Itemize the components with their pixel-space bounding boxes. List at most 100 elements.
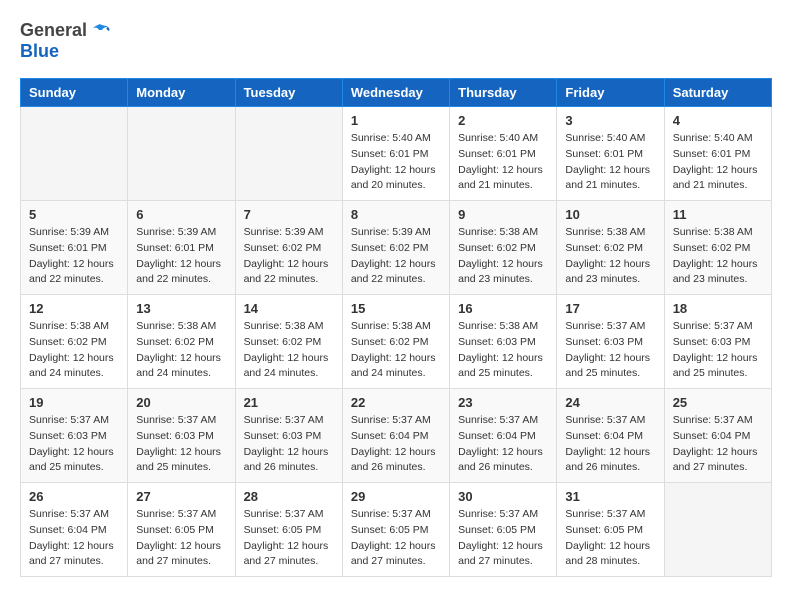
day-number: 25 <box>673 395 763 410</box>
day-number: 20 <box>136 395 226 410</box>
day-number: 13 <box>136 301 226 316</box>
calendar-empty-cell <box>21 107 128 201</box>
calendar-week-row: 26 Sunrise: 5:37 AM Sunset: 6:04 PM Dayli… <box>21 483 772 577</box>
calendar-week-row: 5Sunrise: 5:39 AM Sunset: 6:01 PM Daylig… <box>21 201 772 295</box>
day-info: Sunrise: 5:37 AM Sunset: 6:04 PM Dayligh… <box>29 507 119 570</box>
calendar-day-cell: 7 Sunrise: 5:39 AM Sunset: 6:02 PM Daylig… <box>235 201 342 295</box>
day-info: Sunrise: 5:39 AM Sunset: 6:01 PM Dayligh… <box>136 225 226 288</box>
calendar-day-cell: 25 Sunrise: 5:37 AM Sunset: 6:04 PM Dayli… <box>664 389 771 483</box>
day-number: 7 <box>244 207 334 222</box>
weekday-header-wednesday: Wednesday <box>342 79 449 107</box>
calendar-day-cell: 10 Sunrise: 5:38 AM Sunset: 6:02 PM Dayli… <box>557 201 664 295</box>
day-info: Sunrise: 5:37 AM Sunset: 6:03 PM Dayligh… <box>29 413 119 476</box>
day-number: 26 <box>29 489 119 504</box>
day-info: Sunrise: 5:38 AM Sunset: 6:02 PM Dayligh… <box>458 225 548 288</box>
logo-blue-text: Blue <box>20 41 59 62</box>
logo: General Blue <box>20 20 110 62</box>
calendar-day-cell: 5Sunrise: 5:39 AM Sunset: 6:01 PM Daylig… <box>21 201 128 295</box>
day-info: Sunrise: 5:38 AM Sunset: 6:02 PM Dayligh… <box>565 225 655 288</box>
calendar-day-cell: 28 Sunrise: 5:37 AM Sunset: 6:05 PM Dayli… <box>235 483 342 577</box>
calendar-day-cell: 6Sunrise: 5:39 AM Sunset: 6:01 PM Daylig… <box>128 201 235 295</box>
calendar-day-cell: 30 Sunrise: 5:37 AM Sunset: 6:05 PM Dayli… <box>450 483 557 577</box>
day-number: 27 <box>136 489 226 504</box>
calendar-day-cell: 27 Sunrise: 5:37 AM Sunset: 6:05 PM Dayli… <box>128 483 235 577</box>
calendar-day-cell: 3 Sunrise: 5:40 AM Sunset: 6:01 PM Daylig… <box>557 107 664 201</box>
page-header: General Blue <box>20 20 772 62</box>
calendar-day-cell: 17 Sunrise: 5:37 AM Sunset: 6:03 PM Dayli… <box>557 295 664 389</box>
weekday-header-row: SundayMondayTuesdayWednesdayThursdayFrid… <box>21 79 772 107</box>
day-number: 29 <box>351 489 441 504</box>
day-info: Sunrise: 5:37 AM Sunset: 6:05 PM Dayligh… <box>565 507 655 570</box>
day-number: 10 <box>565 207 655 222</box>
day-number: 31 <box>565 489 655 504</box>
day-number: 2 <box>458 113 548 128</box>
day-info: Sunrise: 5:38 AM Sunset: 6:02 PM Dayligh… <box>673 225 763 288</box>
day-info: Sunrise: 5:38 AM Sunset: 6:02 PM Dayligh… <box>351 319 441 382</box>
day-number: 14 <box>244 301 334 316</box>
day-info: Sunrise: 5:40 AM Sunset: 6:01 PM Dayligh… <box>351 131 441 194</box>
day-number: 3 <box>565 113 655 128</box>
calendar-day-cell: 23 Sunrise: 5:37 AM Sunset: 6:04 PM Dayli… <box>450 389 557 483</box>
calendar-day-cell: 4 Sunrise: 5:40 AM Sunset: 6:01 PM Daylig… <box>664 107 771 201</box>
day-number: 8 <box>351 207 441 222</box>
calendar-day-cell: 22 Sunrise: 5:37 AM Sunset: 6:04 PM Dayli… <box>342 389 449 483</box>
calendar-day-cell: 12 Sunrise: 5:38 AM Sunset: 6:02 PM Dayli… <box>21 295 128 389</box>
day-info: Sunrise: 5:37 AM Sunset: 6:04 PM Dayligh… <box>458 413 548 476</box>
day-info: Sunrise: 5:39 AM Sunset: 6:02 PM Dayligh… <box>351 225 441 288</box>
logo-general-text: General <box>20 20 87 41</box>
day-number: 12 <box>29 301 119 316</box>
day-info: Sunrise: 5:40 AM Sunset: 6:01 PM Dayligh… <box>458 131 548 194</box>
day-info: Sunrise: 5:37 AM Sunset: 6:04 PM Dayligh… <box>351 413 441 476</box>
logo-top-row: General <box>20 20 110 41</box>
day-number: 17 <box>565 301 655 316</box>
calendar-day-cell: 1Sunrise: 5:40 AM Sunset: 6:01 PM Daylig… <box>342 107 449 201</box>
day-number: 15 <box>351 301 441 316</box>
day-info: Sunrise: 5:37 AM Sunset: 6:03 PM Dayligh… <box>673 319 763 382</box>
calendar-day-cell: 21Sunrise: 5:37 AM Sunset: 6:03 PM Dayli… <box>235 389 342 483</box>
weekday-header-friday: Friday <box>557 79 664 107</box>
calendar-day-cell: 24 Sunrise: 5:37 AM Sunset: 6:04 PM Dayli… <box>557 389 664 483</box>
calendar-day-cell: 11 Sunrise: 5:38 AM Sunset: 6:02 PM Dayli… <box>664 201 771 295</box>
day-info: Sunrise: 5:37 AM Sunset: 6:05 PM Dayligh… <box>136 507 226 570</box>
calendar-day-cell: 20Sunrise: 5:37 AM Sunset: 6:03 PM Dayli… <box>128 389 235 483</box>
calendar-empty-cell <box>664 483 771 577</box>
day-number: 30 <box>458 489 548 504</box>
day-info: Sunrise: 5:40 AM Sunset: 6:01 PM Dayligh… <box>673 131 763 194</box>
calendar-day-cell: 16Sunrise: 5:38 AM Sunset: 6:03 PM Dayli… <box>450 295 557 389</box>
day-info: Sunrise: 5:37 AM Sunset: 6:03 PM Dayligh… <box>565 319 655 382</box>
calendar-day-cell: 26 Sunrise: 5:37 AM Sunset: 6:04 PM Dayli… <box>21 483 128 577</box>
calendar-day-cell: 13 Sunrise: 5:38 AM Sunset: 6:02 PM Dayli… <box>128 295 235 389</box>
calendar-week-row: 19Sunrise: 5:37 AM Sunset: 6:03 PM Dayli… <box>21 389 772 483</box>
calendar-table: SundayMondayTuesdayWednesdayThursdayFrid… <box>20 78 772 577</box>
day-number: 22 <box>351 395 441 410</box>
day-number: 4 <box>673 113 763 128</box>
day-info: Sunrise: 5:39 AM Sunset: 6:02 PM Dayligh… <box>244 225 334 288</box>
weekday-header-sunday: Sunday <box>21 79 128 107</box>
weekday-header-saturday: Saturday <box>664 79 771 107</box>
day-number: 11 <box>673 207 763 222</box>
day-info: Sunrise: 5:39 AM Sunset: 6:01 PM Dayligh… <box>29 225 119 288</box>
day-info: Sunrise: 5:38 AM Sunset: 6:03 PM Dayligh… <box>458 319 548 382</box>
day-info: Sunrise: 5:37 AM Sunset: 6:04 PM Dayligh… <box>673 413 763 476</box>
day-info: Sunrise: 5:38 AM Sunset: 6:02 PM Dayligh… <box>29 319 119 382</box>
day-info: Sunrise: 5:38 AM Sunset: 6:02 PM Dayligh… <box>244 319 334 382</box>
calendar-day-cell: 14 Sunrise: 5:38 AM Sunset: 6:02 PM Dayli… <box>235 295 342 389</box>
calendar-week-row: 12 Sunrise: 5:38 AM Sunset: 6:02 PM Dayli… <box>21 295 772 389</box>
day-info: Sunrise: 5:37 AM Sunset: 6:05 PM Dayligh… <box>244 507 334 570</box>
day-number: 21 <box>244 395 334 410</box>
day-number: 18 <box>673 301 763 316</box>
day-info: Sunrise: 5:38 AM Sunset: 6:02 PM Dayligh… <box>136 319 226 382</box>
calendar-empty-cell <box>235 107 342 201</box>
day-number: 23 <box>458 395 548 410</box>
calendar-day-cell: 29Sunrise: 5:37 AM Sunset: 6:05 PM Dayli… <box>342 483 449 577</box>
weekday-header-monday: Monday <box>128 79 235 107</box>
calendar-day-cell: 2 Sunrise: 5:40 AM Sunset: 6:01 PM Daylig… <box>450 107 557 201</box>
calendar-empty-cell <box>128 107 235 201</box>
day-number: 24 <box>565 395 655 410</box>
day-number: 28 <box>244 489 334 504</box>
calendar-day-cell: 31 Sunrise: 5:37 AM Sunset: 6:05 PM Dayli… <box>557 483 664 577</box>
day-info: Sunrise: 5:37 AM Sunset: 6:04 PM Dayligh… <box>565 413 655 476</box>
day-info: Sunrise: 5:40 AM Sunset: 6:01 PM Dayligh… <box>565 131 655 194</box>
calendar-day-cell: 18 Sunrise: 5:37 AM Sunset: 6:03 PM Dayli… <box>664 295 771 389</box>
day-info: Sunrise: 5:37 AM Sunset: 6:05 PM Dayligh… <box>458 507 548 570</box>
